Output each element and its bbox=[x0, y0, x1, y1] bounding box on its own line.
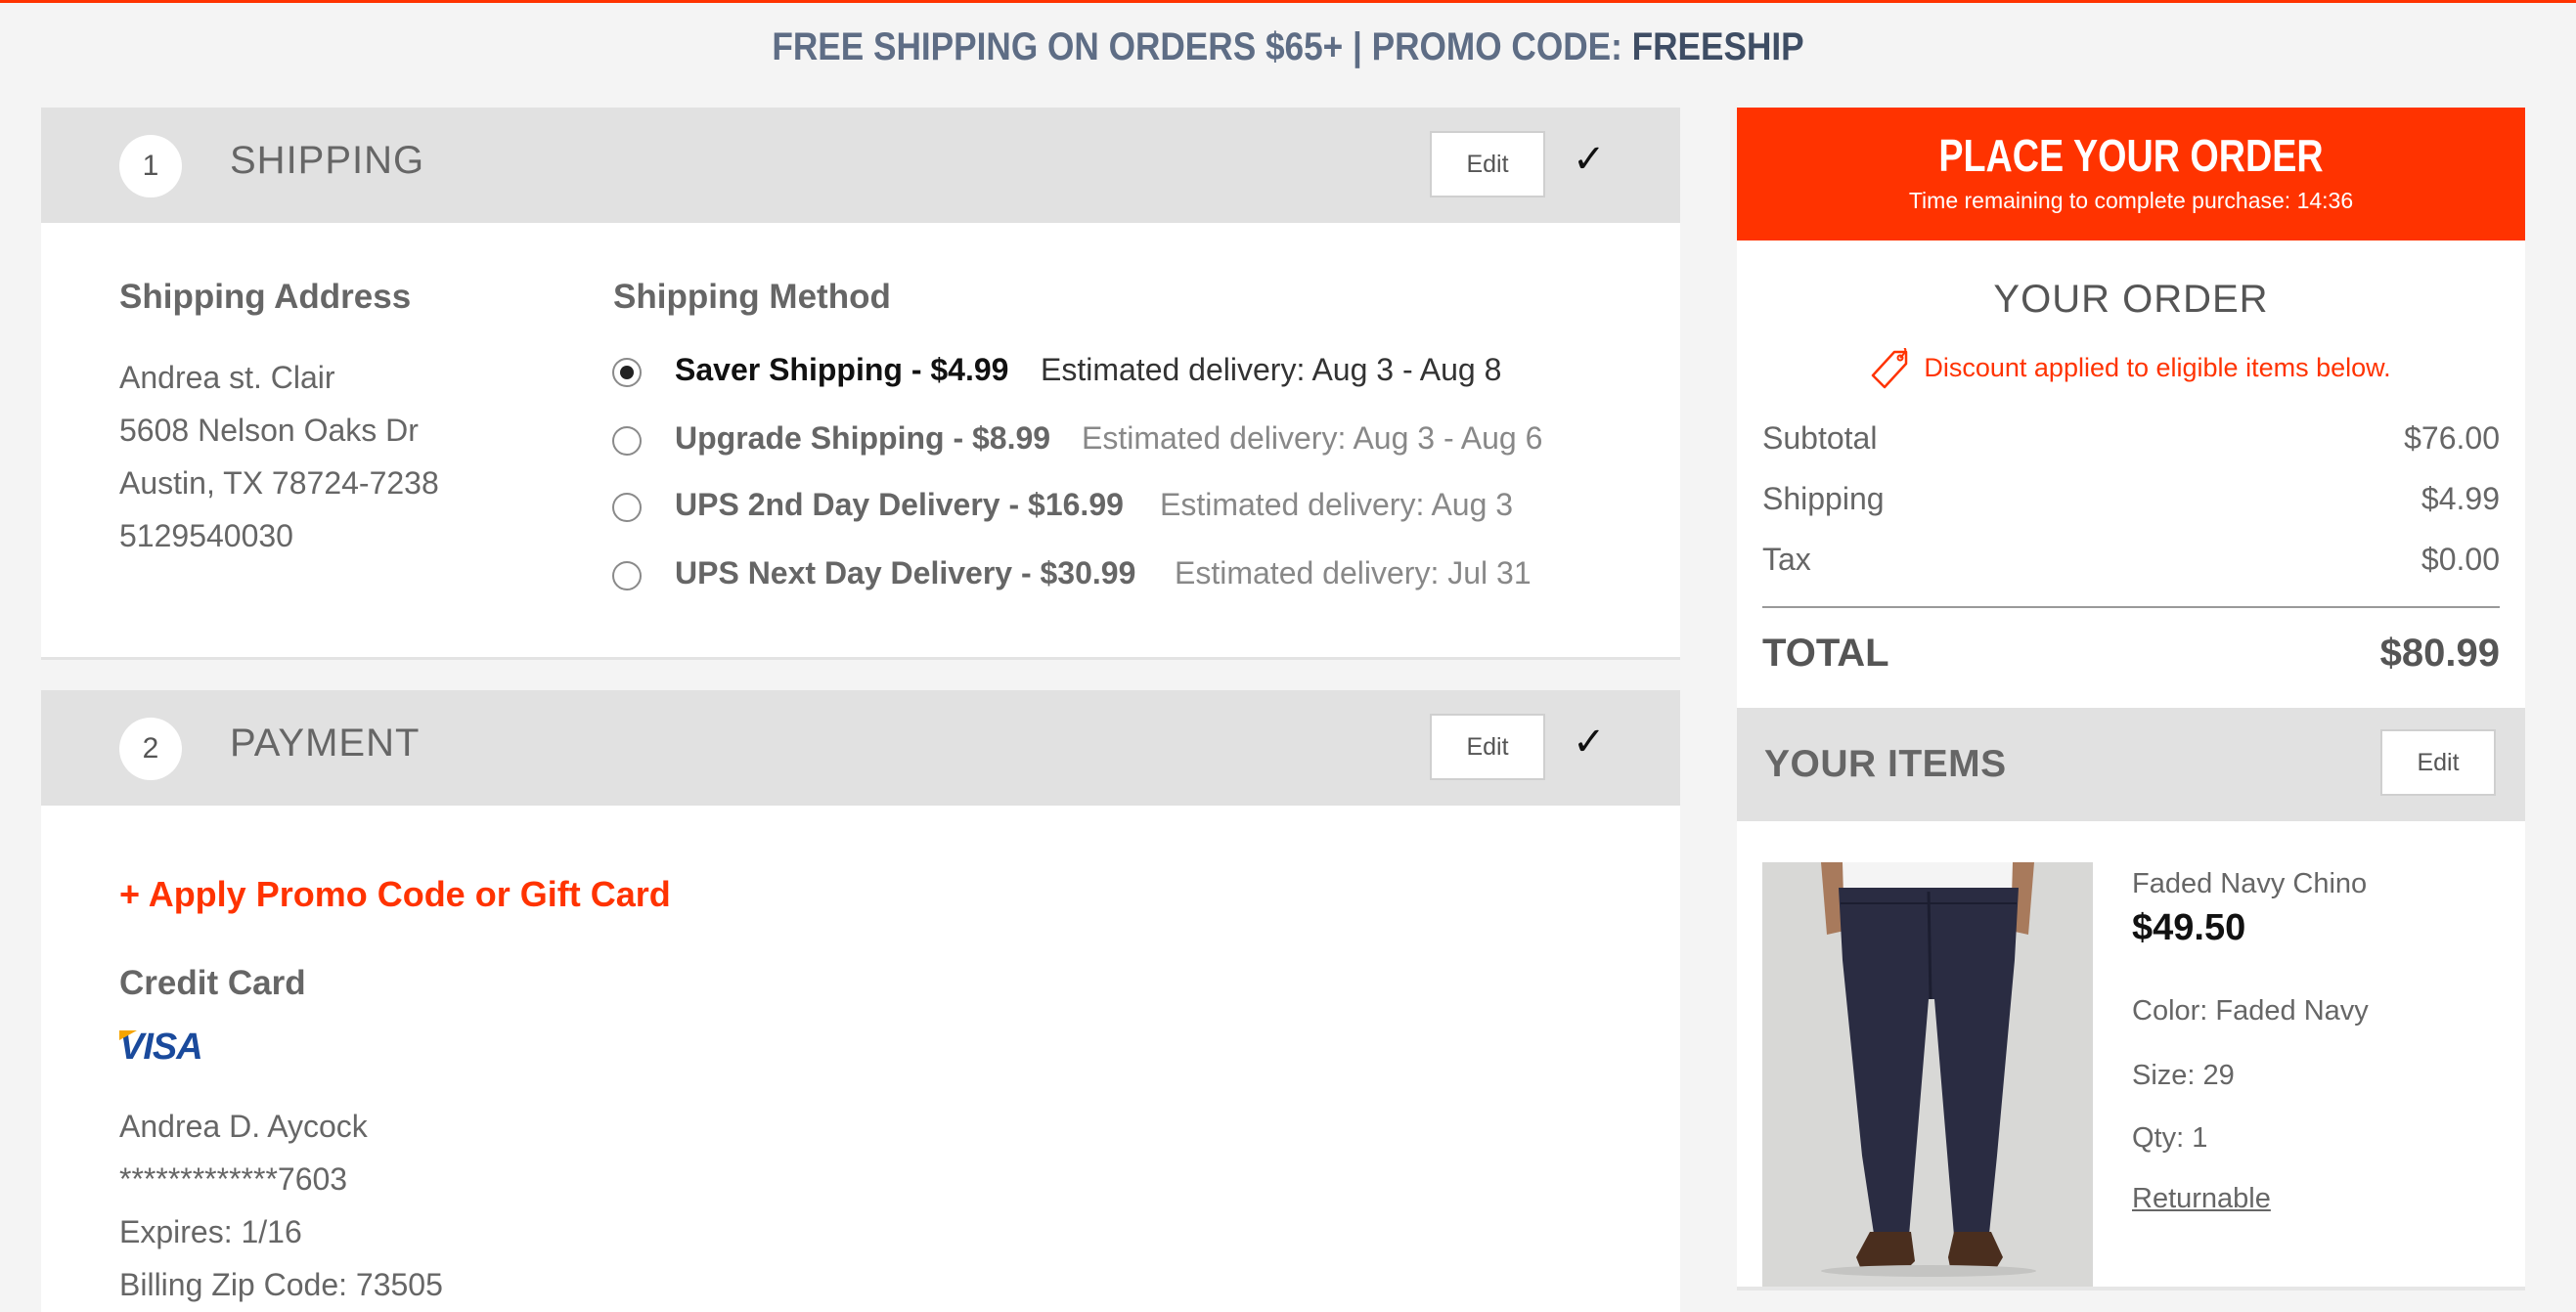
shipping-edit-button[interactable]: Edit bbox=[1430, 131, 1545, 197]
shipping-option-estimate: Estimated delivery: Aug 3 - Aug 6 bbox=[1082, 420, 1543, 456]
item-size: Size: 29 bbox=[2132, 1060, 2235, 1091]
shipping-option-estimate: Estimated delivery: Jul 31 bbox=[1175, 555, 1532, 590]
payment-section-header: 2 PAYMENT Edit ✓ bbox=[41, 690, 1680, 806]
shipping-step-number: 1 bbox=[119, 135, 182, 197]
discount-text: Discount applied to eligible items below… bbox=[1924, 353, 2391, 383]
promo-banner-code: FREESHIP bbox=[1631, 25, 1804, 68]
card-number: *************7603 bbox=[119, 1161, 348, 1197]
payment-edit-button[interactable]: Edit bbox=[1430, 714, 1545, 780]
subtotal-row: Subtotal $76.00 bbox=[1762, 420, 2500, 457]
your-items-title: YOUR ITEMS bbox=[1764, 743, 2007, 785]
place-order-label: PLACE YOUR ORDER bbox=[1938, 130, 2324, 181]
top-accent-line bbox=[0, 0, 2576, 3]
chino-pants-illustration bbox=[1762, 862, 2093, 1287]
billing-zip: Billing Zip Code: 73505 bbox=[119, 1267, 443, 1302]
shipping-cost-value: $4.99 bbox=[2421, 481, 2500, 516]
radio-unselected-icon[interactable] bbox=[612, 426, 642, 456]
item-box-shadow bbox=[1737, 1287, 2525, 1290]
section-divider bbox=[41, 657, 1680, 660]
payment-section-title: PAYMENT bbox=[230, 722, 421, 765]
shipping-option-name: Upgrade Shipping - $8.99 bbox=[675, 420, 1051, 456]
shipping-option-name: Saver Shipping - $4.99 bbox=[675, 352, 1009, 387]
total-value: $80.99 bbox=[2379, 632, 2500, 675]
discount-notice: Discount applied to eligible items below… bbox=[1737, 348, 2525, 391]
address-name: Andrea st. Clair bbox=[119, 360, 335, 395]
tax-value: $0.00 bbox=[2421, 542, 2500, 577]
radio-selected-icon[interactable] bbox=[612, 358, 642, 387]
returnable-link[interactable]: Returnable bbox=[2132, 1183, 2271, 1215]
apply-promo-link[interactable]: + Apply Promo Code or Gift Card bbox=[119, 874, 671, 915]
shipping-method-label: Shipping Method bbox=[613, 278, 891, 316]
address-phone: 5129540030 bbox=[119, 518, 293, 553]
credit-card-label: Credit Card bbox=[119, 964, 306, 1002]
product-image[interactable] bbox=[1762, 862, 2093, 1287]
shipping-option-estimate: Estimated delivery: Aug 3 - Aug 8 bbox=[1041, 352, 1502, 387]
tax-row: Tax $0.00 bbox=[1762, 542, 2500, 578]
visa-logo: VISA bbox=[119, 1027, 203, 1069]
address-street: 5608 Nelson Oaks Dr bbox=[119, 413, 419, 448]
shipping-address-label: Shipping Address bbox=[119, 278, 412, 316]
shipping-section-header: 1 SHIPPING Edit ✓ bbox=[41, 108, 1680, 223]
tax-label: Tax bbox=[1762, 542, 1811, 577]
your-items-header: YOUR ITEMS Edit bbox=[1737, 708, 2525, 821]
items-edit-button[interactable]: Edit bbox=[2380, 729, 2496, 796]
address-city: Austin, TX 78724-7238 bbox=[119, 465, 439, 501]
total-row: TOTAL $80.99 bbox=[1762, 632, 2500, 676]
radio-unselected-icon[interactable] bbox=[612, 493, 642, 522]
radio-unselected-icon[interactable] bbox=[612, 561, 642, 590]
subtotal-value: $76.00 bbox=[2404, 420, 2500, 456]
promo-banner: FREE SHIPPING ON ORDERS $65+ | PROMO COD… bbox=[155, 25, 2421, 69]
cardholder-name: Andrea D. Aycock bbox=[119, 1109, 368, 1144]
shipping-section-title: SHIPPING bbox=[230, 139, 425, 182]
item-name: Faded Navy Chino bbox=[2132, 868, 2368, 899]
your-order-title: YOUR ORDER bbox=[1993, 278, 2269, 321]
shipping-section-body: Shipping Address Andrea st. Clair 5608 N… bbox=[41, 223, 1680, 657]
shipping-cost-label: Shipping bbox=[1762, 481, 1885, 516]
order-timer: Time remaining to complete purchase: 14:… bbox=[1908, 188, 2354, 213]
payment-section-body: + Apply Promo Code or Gift Card Credit C… bbox=[41, 806, 1680, 1312]
total-divider bbox=[1762, 606, 2500, 608]
place-order-button[interactable]: PLACE YOUR ORDER Time remaining to compl… bbox=[1737, 108, 2525, 241]
payment-step-number: 2 bbox=[119, 718, 182, 780]
item-color: Color: Faded Navy bbox=[2132, 995, 2369, 1027]
item-qty: Qty: 1 bbox=[2132, 1122, 2208, 1154]
payment-check-icon: ✓ bbox=[1573, 721, 1606, 764]
cart-item: Faded Navy Chino $49.50 Color: Faded Nav… bbox=[1737, 821, 2525, 1287]
shipping-option-estimate: Estimated delivery: Aug 3 bbox=[1160, 487, 1514, 522]
promo-banner-text: FREE SHIPPING ON ORDERS $65+ | PROMO COD… bbox=[772, 25, 1632, 68]
shipping-option-name: UPS Next Day Delivery - $30.99 bbox=[675, 555, 1136, 590]
shipping-option-name: UPS 2nd Day Delivery - $16.99 bbox=[675, 487, 1124, 522]
shipping-check-icon: ✓ bbox=[1573, 138, 1606, 181]
total-label: TOTAL bbox=[1762, 632, 1889, 675]
price-tag-icon bbox=[1872, 348, 1908, 389]
order-summary: YOUR ORDER Discount applied to eligible … bbox=[1737, 241, 2525, 708]
card-expiry: Expires: 1/16 bbox=[119, 1214, 302, 1249]
item-price: $49.50 bbox=[2132, 907, 2246, 948]
shipping-row: Shipping $4.99 bbox=[1762, 481, 2500, 517]
subtotal-label: Subtotal bbox=[1762, 420, 1878, 456]
